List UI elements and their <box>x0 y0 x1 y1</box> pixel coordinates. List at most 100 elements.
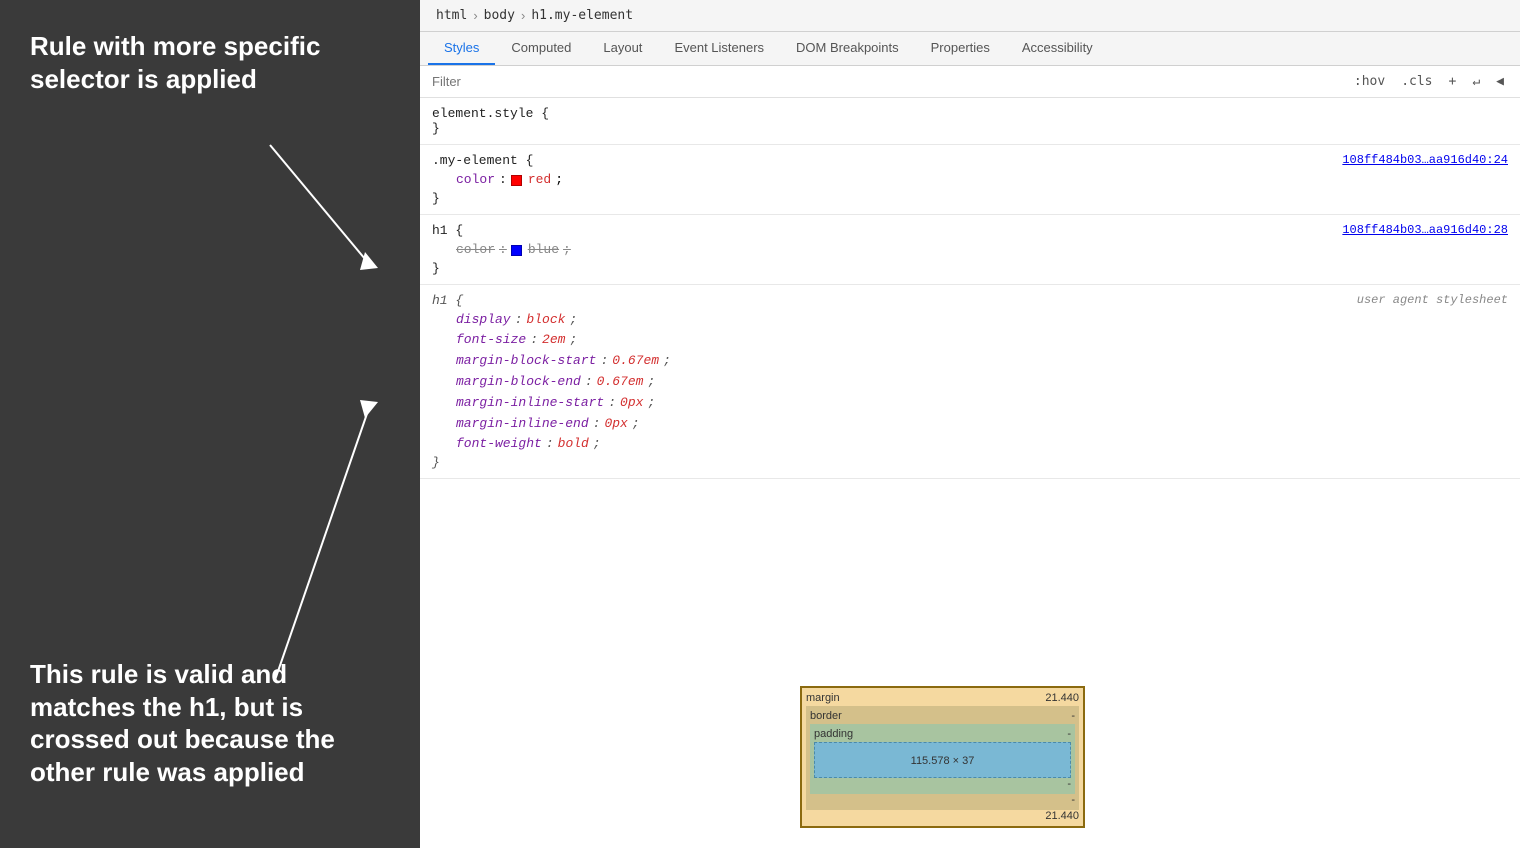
add-rule-button[interactable]: + <box>1445 72 1461 91</box>
ua-mis-name: margin-inline-start <box>456 393 604 414</box>
annotation-area: Rule with more specific selector is appl… <box>0 0 420 848</box>
annotation-bottom: This rule is valid and matches the h1, b… <box>30 658 390 788</box>
h1-prop-value: blue <box>528 240 559 261</box>
ua-mbs-prop: margin-block-start : 0.67em ; <box>432 351 1508 372</box>
ua-mie-colon: : <box>593 414 601 435</box>
ua-fw-value: bold <box>558 434 589 455</box>
h1-rule-block: h1 { 108ff484b03…aa916d40:28 color : blu… <box>420 215 1520 285</box>
return-icon[interactable]: ↵ <box>1468 72 1484 91</box>
ua-mbe-colon: : <box>585 372 593 393</box>
content-value: 115.578 × 37 <box>911 755 975 767</box>
my-element-source[interactable]: 108ff484b03…aa916d40:24 <box>1342 153 1508 167</box>
ua-mie-prop: margin-inline-end : 0px ; <box>432 414 1508 435</box>
prop-semicolon: ; <box>555 170 563 191</box>
padding-layer: padding - 115.578 × 37 - <box>810 724 1075 794</box>
ua-mbs-name: margin-block-start <box>456 351 596 372</box>
prop-colon: : <box>499 170 507 191</box>
back-button[interactable]: ◀ <box>1492 72 1508 91</box>
color-swatch-red[interactable] <box>511 175 522 186</box>
my-element-block: .my-element { 108ff484b03…aa916d40:24 co… <box>420 145 1520 215</box>
breadcrumb-body[interactable]: body <box>484 8 515 23</box>
tab-layout[interactable]: Layout <box>587 32 658 65</box>
margin-layer: margin 21.440 border - padding - 11 <box>802 688 1083 826</box>
tab-styles[interactable]: Styles <box>428 32 495 65</box>
ua-display-colon: : <box>515 310 523 331</box>
element-style-closing: } <box>432 121 1508 136</box>
margin-bottom-value: 21.440 <box>1045 810 1079 822</box>
padding-bottom-value: - <box>1067 778 1071 790</box>
margin-value: 21.440 <box>1045 692 1079 704</box>
ua-fw-prop: font-weight : bold ; <box>432 434 1508 455</box>
ua-mbe-semi: ; <box>647 372 655 393</box>
annotation-top: Rule with more specific selector is appl… <box>30 30 390 95</box>
hov-button[interactable]: :hov <box>1350 72 1389 91</box>
ua-mie-name: margin-inline-end <box>456 414 589 435</box>
filter-input[interactable] <box>432 74 1350 89</box>
ua-fontsize-semi: ; <box>569 330 577 351</box>
ua-fontsize-prop: font-size : 2em ; <box>432 330 1508 351</box>
ua-mbs-colon: : <box>600 351 608 372</box>
h1-rule-closing: } <box>432 261 1508 276</box>
padding-value: - <box>1067 728 1071 740</box>
annotation-bottom-text: This rule is valid and matches the h1, b… <box>30 658 390 788</box>
ua-mis-prop: margin-inline-start : 0px ; <box>432 393 1508 414</box>
h1-rule-header: h1 { 108ff484b03…aa916d40:28 <box>432 223 1508 238</box>
ua-fontsize-value: 2em <box>542 330 565 351</box>
ua-fw-semi: ; <box>593 434 601 455</box>
ua-display-value: block <box>526 310 565 331</box>
filter-bar: :hov .cls + ↵ ◀ <box>420 66 1520 98</box>
ua-mis-semi: ; <box>647 393 655 414</box>
tab-computed[interactable]: Computed <box>495 32 587 65</box>
annotation-top-text: Rule with more specific selector is appl… <box>30 30 390 95</box>
border-layer: border - padding - 115.578 × 37 - <box>806 706 1079 810</box>
breadcrumb-bar: html › body › h1.my-element <box>420 0 1520 32</box>
breadcrumb-sep-1: › <box>473 8 477 23</box>
h1-rule-source[interactable]: 108ff484b03…aa916d40:28 <box>1342 223 1508 237</box>
tab-event-listeners[interactable]: Event Listeners <box>658 32 780 65</box>
h1-ua-selector: h1 { <box>432 293 463 308</box>
border-label: border <box>810 710 842 722</box>
my-element-closing: } <box>432 191 1508 206</box>
ua-mis-colon: : <box>608 393 616 414</box>
h1-ua-source: user agent stylesheet <box>1357 293 1508 307</box>
breadcrumb-element[interactable]: h1.my-element <box>531 8 633 23</box>
tab-accessibility[interactable]: Accessibility <box>1006 32 1109 65</box>
border-bottom-value: - <box>1071 794 1075 806</box>
ua-fw-colon: : <box>546 434 554 455</box>
margin-label: margin <box>806 692 840 704</box>
tabs-bar: Styles Computed Layout Event Listeners D… <box>420 32 1520 66</box>
h1-prop-name: color <box>456 240 495 261</box>
ua-mbs-value: 0.67em <box>612 351 659 372</box>
ua-display-prop: display : block ; <box>432 310 1508 331</box>
ua-mbe-prop: margin-block-end : 0.67em ; <box>432 372 1508 393</box>
border-value: - <box>1071 710 1075 722</box>
tab-dom-breakpoints[interactable]: DOM Breakpoints <box>780 32 915 65</box>
cls-button[interactable]: .cls <box>1397 72 1436 91</box>
ua-mbe-value: 0.67em <box>597 372 644 393</box>
prop-name-color: color <box>456 170 495 191</box>
ua-mis-value: 0px <box>620 393 643 414</box>
color-swatch-blue[interactable] <box>511 245 522 256</box>
prop-value-red: red <box>528 170 551 191</box>
box-model-area: margin 21.440 border - padding - 11 <box>800 686 1085 828</box>
ua-fontsize-colon: : <box>530 330 538 351</box>
padding-label: padding <box>814 728 853 740</box>
content-box: 115.578 × 37 <box>814 742 1071 778</box>
element-style-selector: element.style { <box>432 106 549 121</box>
ua-mbs-semi: ; <box>663 351 671 372</box>
element-style-block: element.style { } <box>420 98 1520 145</box>
breadcrumb-html[interactable]: html <box>436 8 467 23</box>
h1-prop-colon: : <box>499 240 507 261</box>
h1-ua-header: h1 { user agent stylesheet <box>432 293 1508 308</box>
ua-display-semi: ; <box>569 310 577 331</box>
ua-fw-name: font-weight <box>456 434 542 455</box>
my-element-selector: .my-element { <box>432 153 533 168</box>
ua-mie-semi: ; <box>632 414 640 435</box>
h1-semicolon: ; <box>563 240 571 261</box>
ua-mie-value: 0px <box>604 414 627 435</box>
ua-display-name: display <box>456 310 511 331</box>
h1-ua-closing: } <box>432 455 1508 470</box>
tab-properties[interactable]: Properties <box>915 32 1006 65</box>
h1-rule-selector: h1 { <box>432 223 463 238</box>
h1-ua-block: h1 { user agent stylesheet display : blo… <box>420 285 1520 480</box>
